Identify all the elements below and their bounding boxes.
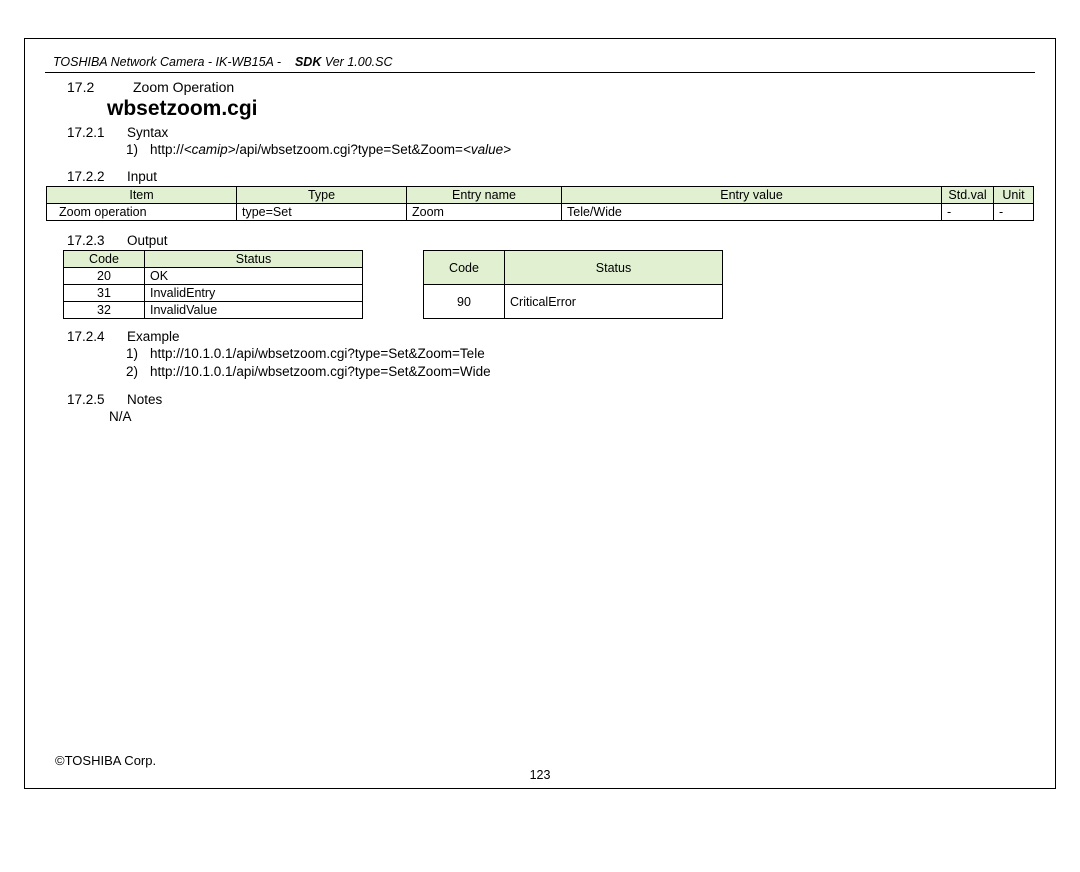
output-heading: 17.2.3 Output	[67, 233, 1043, 248]
td-type: type=Set	[237, 204, 407, 221]
example-heading: 17.2.4 Example	[67, 329, 1043, 344]
output-table-left: Code Status 20OK 31InvalidEntry 32Invali…	[63, 250, 363, 319]
th-entry-name: Entry name	[407, 187, 562, 204]
th-status: Status	[145, 251, 363, 268]
th-item: Item	[47, 187, 237, 204]
table-header-row: Item Type Entry name Entry value Std.val…	[47, 187, 1034, 204]
example-item: 1) http://10.1.0.1/api/wbsetzoom.cgi?typ…	[122, 345, 1043, 363]
th-unit: Unit	[994, 187, 1034, 204]
input-heading: 17.2.2 Input	[67, 169, 1043, 184]
td-status: CriticalError	[505, 285, 723, 319]
footer-copyright: ©TOSHIBA Corp.	[55, 753, 156, 768]
td-status: OK	[145, 268, 363, 285]
th-code: Code	[424, 251, 505, 285]
list-index: 1)	[122, 345, 138, 363]
td-status: InvalidValue	[145, 302, 363, 319]
list-index: 1)	[122, 141, 138, 159]
page-frame: TOSHIBA Network Camera - IK-WB15A - SDK …	[24, 38, 1056, 789]
table-row: 20OK	[64, 268, 363, 285]
example-text: http://10.1.0.1/api/wbsetzoom.cgi?type=S…	[150, 345, 485, 363]
th-entry-value: Entry value	[562, 187, 942, 204]
output-label: Output	[127, 233, 168, 248]
input-number: 17.2.2	[67, 169, 115, 184]
example-number: 17.2.4	[67, 329, 115, 344]
table-row: Zoom operation type=Set Zoom Tele/Wide -…	[47, 204, 1034, 221]
header-product: TOSHIBA Network Camera - IK-WB15A -	[53, 55, 281, 69]
syntax-text: http://<camip>/api/wbsetzoom.cgi?type=Se…	[150, 141, 511, 159]
section-title: Zoom Operation	[133, 79, 234, 95]
output-tables: Code Status 20OK 31InvalidEntry 32Invali…	[63, 250, 1043, 319]
syntax-heading: 17.2.1 Syntax	[67, 125, 1043, 140]
td-name: Zoom	[407, 204, 562, 221]
notes-number: 17.2.5	[67, 392, 115, 407]
th-code: Code	[64, 251, 145, 268]
notes-body: N/A	[109, 409, 1043, 424]
th-type: Type	[237, 187, 407, 204]
td-code: 90	[424, 285, 505, 319]
td-std: -	[942, 204, 994, 221]
table-row: 90CriticalError	[424, 285, 723, 319]
section-heading: 17.2 Zoom Operation	[67, 79, 1043, 95]
example-item: 2) http://10.1.0.1/api/wbsetzoom.cgi?typ…	[122, 363, 1043, 381]
output-number: 17.2.3	[67, 233, 115, 248]
input-table: Item Type Entry name Entry value Std.val…	[46, 186, 1034, 221]
table-row: 31InvalidEntry	[64, 285, 363, 302]
section-number: 17.2	[67, 79, 109, 95]
th-status: Status	[505, 251, 723, 285]
td-code: 20	[64, 268, 145, 285]
syntax-number: 17.2.1	[67, 125, 115, 140]
table-row: 32InvalidValue	[64, 302, 363, 319]
th-stdval: Std.val	[942, 187, 994, 204]
notes-heading: 17.2.5 Notes	[67, 392, 1043, 407]
list-index: 2)	[122, 363, 138, 381]
example-list: 1) http://10.1.0.1/api/wbsetzoom.cgi?typ…	[122, 345, 1043, 381]
td-code: 32	[64, 302, 145, 319]
td-unit: -	[994, 204, 1034, 221]
td-status: InvalidEntry	[145, 285, 363, 302]
syntax-list: 1) http://<camip>/api/wbsetzoom.cgi?type…	[122, 141, 1043, 159]
output-table-right: Code Status 90CriticalError	[423, 250, 723, 319]
input-label: Input	[127, 169, 157, 184]
doc-header: TOSHIBA Network Camera - IK-WB15A - SDK …	[37, 39, 1043, 72]
footer-page-number: 123	[25, 768, 1055, 782]
td-value: Tele/Wide	[562, 204, 942, 221]
header-rule	[45, 72, 1035, 73]
td-code: 31	[64, 285, 145, 302]
cgi-name: wbsetzoom.cgi	[107, 97, 1043, 121]
syntax-item: 1) http://<camip>/api/wbsetzoom.cgi?type…	[122, 141, 1043, 159]
syntax-label: Syntax	[127, 125, 168, 140]
table-header-row: Code Status	[424, 251, 723, 285]
header-sdk-ver: Ver 1.00.SC	[325, 55, 393, 69]
example-label: Example	[127, 329, 180, 344]
table-header-row: Code Status	[64, 251, 363, 268]
td-item: Zoom operation	[47, 204, 237, 221]
notes-label: Notes	[127, 392, 162, 407]
header-sdk-label: SDK	[295, 55, 321, 69]
example-text: http://10.1.0.1/api/wbsetzoom.cgi?type=S…	[150, 363, 491, 381]
